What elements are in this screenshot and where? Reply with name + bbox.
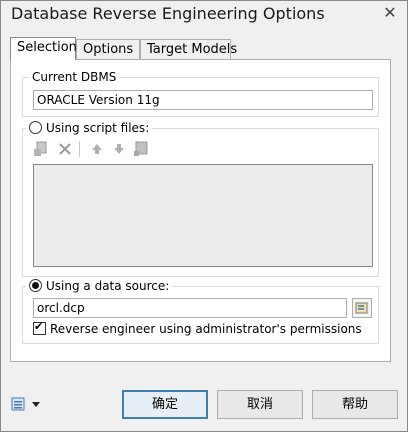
add-file-icon[interactable] — [33, 141, 49, 157]
script-files-radio[interactable] — [29, 121, 42, 134]
tab-selection[interactable]: Selection — [10, 37, 77, 60]
move-down-icon[interactable] — [111, 141, 127, 157]
data-source-radio[interactable] — [29, 279, 42, 292]
properties-icon[interactable] — [133, 141, 149, 157]
move-up-icon[interactable] — [89, 141, 105, 157]
tab-target-models[interactable]: Target Models — [140, 39, 237, 59]
toolbar-separator — [79, 141, 80, 157]
help-button[interactable]: 帮助 — [312, 390, 398, 419]
admin-permissions-label: Reverse engineer using administrator's p… — [50, 322, 362, 336]
ok-button[interactable]: 确定 — [122, 390, 208, 419]
close-icon[interactable]: ✕ — [377, 3, 403, 23]
script-files-toolbar — [33, 141, 153, 159]
data-source-group: Using a data source: orcl.dcp Reverse en… — [22, 279, 379, 344]
admin-permissions-option[interactable]: Reverse engineer using administrator's p… — [33, 320, 362, 336]
cancel-button[interactable]: 取消 — [217, 390, 303, 419]
data-source-label: Using a data source: — [46, 279, 170, 293]
script-files-group: Using script files: — [22, 121, 379, 277]
current-dbms-field[interactable]: ORACLE Version 11g — [33, 90, 373, 110]
options-menu-icon — [11, 397, 25, 411]
script-files-list[interactable] — [33, 164, 373, 267]
title-bar: Database Reverse Engineering Options ✕ — [1, 1, 407, 27]
script-files-option[interactable]: Using script files: — [26, 121, 153, 135]
data-source-field[interactable]: orcl.dcp — [33, 298, 347, 318]
options-menu-button[interactable] — [10, 396, 44, 414]
chevron-down-icon — [32, 402, 40, 407]
window-title: Database Reverse Engineering Options — [11, 4, 325, 23]
data-source-option[interactable]: Using a data source: — [26, 279, 173, 293]
delete-icon[interactable] — [57, 141, 73, 157]
browse-data-source-icon — [355, 302, 368, 314]
browse-data-source-button[interactable] — [352, 298, 372, 318]
selection-panel: Current DBMS ORACLE Version 11g Using sc… — [10, 59, 391, 362]
script-files-label: Using script files: — [46, 121, 150, 135]
tab-options[interactable]: Options — [76, 39, 140, 59]
current-dbms-label: Current DBMS — [29, 70, 120, 84]
current-dbms-group: Current DBMS ORACLE Version 11g — [22, 70, 379, 117]
admin-permissions-checkbox[interactable] — [33, 320, 46, 335]
